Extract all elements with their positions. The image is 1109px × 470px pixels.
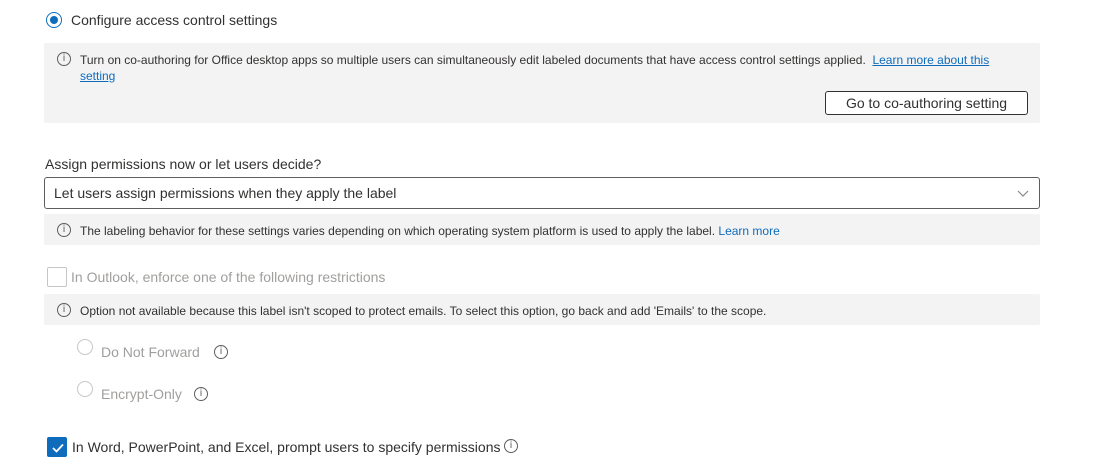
labeling-behavior-note: The labeling behavior for these settings… bbox=[80, 223, 780, 239]
do-not-forward-info-icon[interactable]: i bbox=[214, 345, 228, 359]
office-prompt-label: In Word, PowerPoint, and Excel, prompt u… bbox=[72, 439, 501, 455]
access-control-label: Configure access control settings bbox=[71, 12, 278, 28]
labeling-behavior-panel: i The labeling behavior for these settin… bbox=[44, 214, 1040, 245]
outlook-restrictions-checkbox[interactable] bbox=[47, 267, 67, 287]
do-not-forward-label: Do Not Forward bbox=[101, 344, 200, 360]
chevron-down-icon bbox=[1017, 186, 1029, 202]
check-icon bbox=[51, 441, 65, 460]
coauthoring-setting-button[interactable]: Go to co-authoring setting bbox=[825, 91, 1028, 115]
outlook-unavailable-note: Option not available because this label … bbox=[80, 304, 767, 318]
info-icon: i bbox=[57, 52, 71, 66]
office-prompt-checkbox[interactable] bbox=[47, 437, 67, 457]
encrypt-only-info-icon[interactable]: i bbox=[194, 387, 208, 401]
outlook-unavailable-panel: i Option not available because this labe… bbox=[44, 294, 1040, 325]
outlook-restrictions-label: In Outlook, enforce one of the following… bbox=[71, 269, 386, 285]
coauthoring-info-panel: i Turn on co-authoring for Office deskto… bbox=[44, 43, 1040, 123]
labeling-behavior-text: The labeling behavior for these settings… bbox=[80, 224, 716, 238]
encrypt-only-label: Encrypt-Only bbox=[101, 386, 182, 402]
info-icon: i bbox=[57, 303, 71, 317]
office-prompt-info-icon[interactable]: i bbox=[504, 439, 518, 453]
labeling-learn-more-link[interactable]: Learn more bbox=[718, 224, 779, 238]
permissions-dropdown-value: Let users assign permissions when they a… bbox=[54, 185, 397, 201]
coauthoring-note-text: Turn on co-authoring for Office desktop … bbox=[80, 53, 866, 67]
info-icon: i bbox=[57, 223, 71, 237]
permissions-question: Assign permissions now or let users deci… bbox=[45, 156, 322, 172]
permissions-dropdown[interactable]: Let users assign permissions when they a… bbox=[44, 177, 1040, 209]
access-control-radio[interactable] bbox=[46, 12, 62, 28]
encrypt-only-radio[interactable] bbox=[77, 381, 93, 397]
coauthoring-note: Turn on co-authoring for Office desktop … bbox=[80, 52, 1010, 84]
do-not-forward-radio[interactable] bbox=[77, 339, 93, 355]
